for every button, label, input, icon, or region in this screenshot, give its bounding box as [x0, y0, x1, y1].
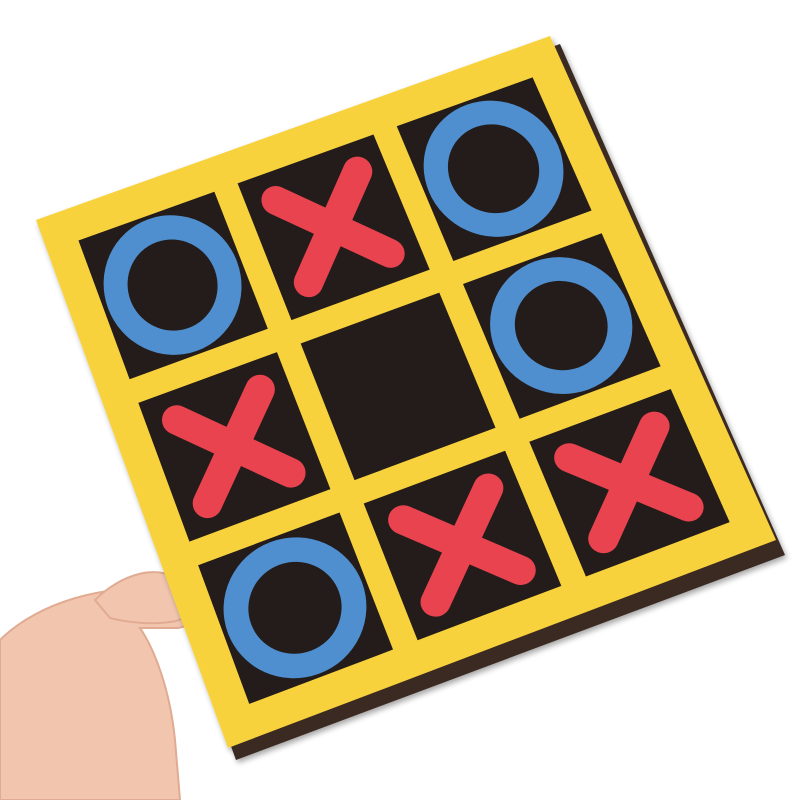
hand	[0, 571, 195, 800]
game-scene	[0, 0, 800, 800]
tic-tac-toe-board	[0, 36, 785, 800]
